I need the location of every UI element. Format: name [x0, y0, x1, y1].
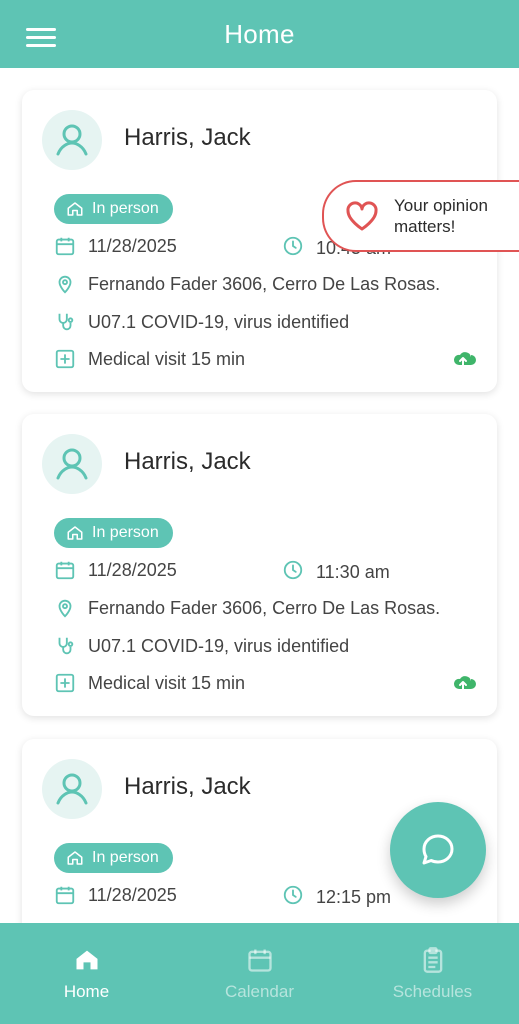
- appointment-diagnosis: U07.1 COVID-19, virus identified: [88, 635, 350, 656]
- avatar: [42, 110, 102, 170]
- tab-home[interactable]: Home: [0, 923, 173, 1024]
- clock-icon: [282, 884, 304, 911]
- appointment-diagnosis: U07.1 COVID-19, virus identified: [88, 311, 350, 332]
- appointment-date: 11/28/2025: [88, 235, 177, 256]
- chat-icon: [422, 834, 454, 865]
- tab-label-schedules: Schedules: [392, 981, 473, 1001]
- appointment-date: 11/28/2025: [88, 559, 177, 580]
- appointment-address: Fernando Fader 3606, Cerro De Las Rosas.: [88, 273, 441, 294]
- calendar-icon: [54, 884, 76, 906]
- address-row: Fernando Fader 3606, Cerro De Las Rosas.: [54, 597, 440, 619]
- opinion-text: Your opinion matters!: [394, 195, 488, 237]
- tab-label-home: Home: [63, 981, 110, 1001]
- appointment-card[interactable]: Harris, Jack In person 11/28/2025: [22, 414, 497, 716]
- visit-type: Medical visit 15 min: [88, 348, 246, 369]
- date-row: 11/28/2025: [54, 559, 177, 581]
- user-icon: [56, 773, 88, 805]
- in-person-chip: In person: [54, 843, 173, 873]
- date-row: 11/28/2025: [54, 884, 177, 906]
- location-pin-icon: [54, 273, 76, 295]
- tab-label-calendar: Calendar: [225, 981, 294, 1001]
- in-person-chip: In person: [54, 518, 173, 548]
- appointment-date: 11/28/2025: [88, 884, 177, 905]
- page-title: Home: [224, 18, 295, 49]
- diagnosis-row: U07.1 COVID-19, virus identified: [54, 635, 349, 657]
- bottom-navigation: Home Calendar Schedules: [0, 923, 519, 1024]
- home-icon: [76, 950, 97, 969]
- stethoscope-icon: [54, 635, 76, 657]
- visit-type-row: Medical visit 15 min: [54, 348, 245, 370]
- calendar-icon: [247, 949, 272, 972]
- opinion-line2: matters!: [394, 217, 456, 236]
- appointment-time: 12:15 pm: [316, 887, 392, 907]
- time-row: 11:30 am: [282, 559, 390, 586]
- chat-button[interactable]: [390, 802, 486, 898]
- opinion-line1: Your opinion: [394, 196, 488, 215]
- visit-type: Medical visit 15 min: [88, 672, 246, 693]
- chip-label: In person: [92, 200, 159, 217]
- date-row: 11/28/2025: [54, 235, 177, 257]
- patient-name: Harris, Jack: [124, 124, 251, 151]
- appointment-time: 11:30 am: [316, 562, 390, 582]
- chip-label: In person: [92, 849, 159, 866]
- medical-plus-icon: [54, 348, 76, 370]
- appointment-address: Fernando Fader 3606, Cerro De Las Rosas.: [88, 597, 441, 618]
- avatar: [42, 759, 102, 819]
- appointments-list[interactable]: Harris, Jack In person 11/28/2025 10:45 …: [0, 68, 519, 923]
- tab-calendar[interactable]: Calendar: [173, 923, 346, 1024]
- clock-icon: [282, 235, 304, 262]
- home-icon: [67, 202, 83, 216]
- visit-type-row: Medical visit 15 min: [54, 672, 245, 694]
- avatar: [42, 434, 102, 494]
- cloud-upload-icon[interactable]: [449, 348, 477, 370]
- calendar-icon: [54, 559, 76, 581]
- cloud-upload-icon[interactable]: [449, 672, 477, 694]
- tab-schedules[interactable]: Schedules: [346, 923, 519, 1024]
- time-row: 12:15 pm: [282, 884, 391, 911]
- calendar-icon: [54, 235, 76, 257]
- stethoscope-icon: [54, 311, 76, 333]
- app-root: Home Harris, Jack In person 11/28/2025 1…: [0, 0, 519, 1024]
- clock-icon: [282, 559, 304, 586]
- opinion-banner[interactable]: Your opinion matters!: [322, 180, 519, 252]
- patient-name: Harris, Jack: [124, 448, 251, 475]
- location-pin-icon: [54, 597, 76, 619]
- user-icon: [56, 448, 88, 480]
- chip-label: In person: [92, 524, 159, 541]
- home-icon: [67, 526, 83, 540]
- user-icon: [56, 124, 88, 156]
- clipboard-icon: [423, 946, 442, 973]
- diagnosis-row: U07.1 COVID-19, virus identified: [54, 311, 349, 333]
- medical-plus-icon: [54, 672, 76, 694]
- heart-icon: [346, 201, 378, 231]
- in-person-chip: In person: [54, 194, 173, 224]
- app-header: Home: [0, 0, 519, 68]
- address-row: Fernando Fader 3606, Cerro De Las Rosas.: [54, 273, 440, 295]
- patient-name: Harris, Jack: [124, 773, 251, 800]
- hamburger-icon[interactable]: [26, 28, 56, 48]
- home-icon: [67, 851, 83, 865]
